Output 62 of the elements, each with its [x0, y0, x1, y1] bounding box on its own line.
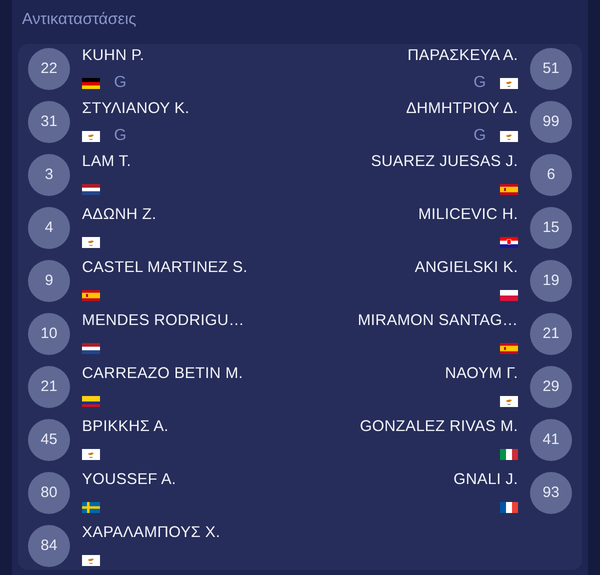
shirt-number: 21: [28, 366, 70, 408]
position-label: G: [114, 74, 126, 92]
shirt-number: 45: [28, 419, 70, 461]
flag-icon: [82, 448, 100, 460]
shirt-number: 15: [530, 207, 572, 249]
player-name: ANGIELSKI K.: [414, 258, 518, 278]
player-name: GNALI J.: [454, 470, 518, 490]
flag-icon: [82, 78, 100, 88]
player-name: ΠΑΡΑΣΚΕΥΑ Α.: [408, 46, 518, 66]
flag-icon: [82, 236, 100, 248]
flag-icon: [500, 78, 518, 88]
flag-icon: [500, 448, 518, 460]
player-name: ΔΗΜΗΤΡΙΟΥ Δ.: [406, 99, 518, 119]
flag-icon: [500, 290, 518, 300]
position-label: G: [114, 127, 126, 145]
section-title: Αντικαταστάσεις: [22, 10, 138, 30]
shirt-number: 29: [530, 366, 572, 408]
player-name: ΝΑΟΥΜ Γ.: [444, 364, 518, 384]
player-name: CARREAZO BETIN M.: [82, 364, 243, 384]
player-name: MILICEVIC H.: [418, 205, 518, 225]
shirt-number: 21: [530, 313, 572, 355]
shirt-number: 19: [530, 260, 572, 302]
flag-icon: [500, 184, 518, 194]
flag-icon: [82, 554, 100, 566]
shirt-number: 10: [28, 313, 70, 355]
flag-icon: [500, 396, 518, 406]
shirt-number: 3: [28, 154, 70, 196]
flag-icon: [82, 130, 100, 142]
shirt-number: 4: [28, 207, 70, 249]
player-name: LAM T.: [82, 152, 132, 172]
player-name: MIRAMON SANTAG…: [358, 311, 518, 331]
flag-icon: [82, 184, 100, 194]
position-label: G: [474, 74, 486, 92]
player-name: SUAREZ JUESAS J.: [370, 152, 518, 172]
flag-icon: [500, 502, 518, 512]
shirt-number: 99: [530, 101, 572, 143]
player-name: MENDES RODRIGU…: [82, 311, 244, 331]
player-name: ΒΡΙΚΚΗΣ Α.: [82, 417, 169, 437]
player-name: ΑΔΩΝΗ Ζ.: [82, 205, 156, 225]
shirt-number: 9: [28, 260, 70, 302]
shirt-number: 22: [28, 48, 70, 90]
flag-icon: [500, 236, 518, 248]
player-name: KUHN P.: [82, 46, 144, 66]
flag-icon: [82, 396, 100, 406]
shirt-number: 6: [530, 154, 572, 196]
player-name: ΧΑΡΑΛΑΜΠΟΥΣ Χ.: [82, 523, 220, 543]
shirt-number: 84: [28, 525, 70, 567]
shirt-number: 80: [28, 472, 70, 514]
player-name: CASTEL MARTINEZ S.: [82, 258, 248, 278]
player-name: ΣΤΥΛΙΑΝΟΥ Κ.: [82, 99, 190, 119]
shirt-number: 93: [530, 472, 572, 514]
flag-icon: [500, 342, 518, 354]
flag-icon: [82, 502, 100, 512]
shirt-number: 41: [530, 419, 572, 461]
flag-icon: [82, 290, 100, 300]
shirt-number: 51: [530, 48, 572, 90]
player-name: GONZALEZ RIVAS M.: [360, 417, 518, 437]
shirt-number: 31: [28, 101, 70, 143]
position-label: G: [474, 127, 486, 145]
player-name: YOUSSEF A.: [82, 470, 176, 490]
flag-icon: [500, 130, 518, 142]
flag-icon: [82, 342, 100, 354]
